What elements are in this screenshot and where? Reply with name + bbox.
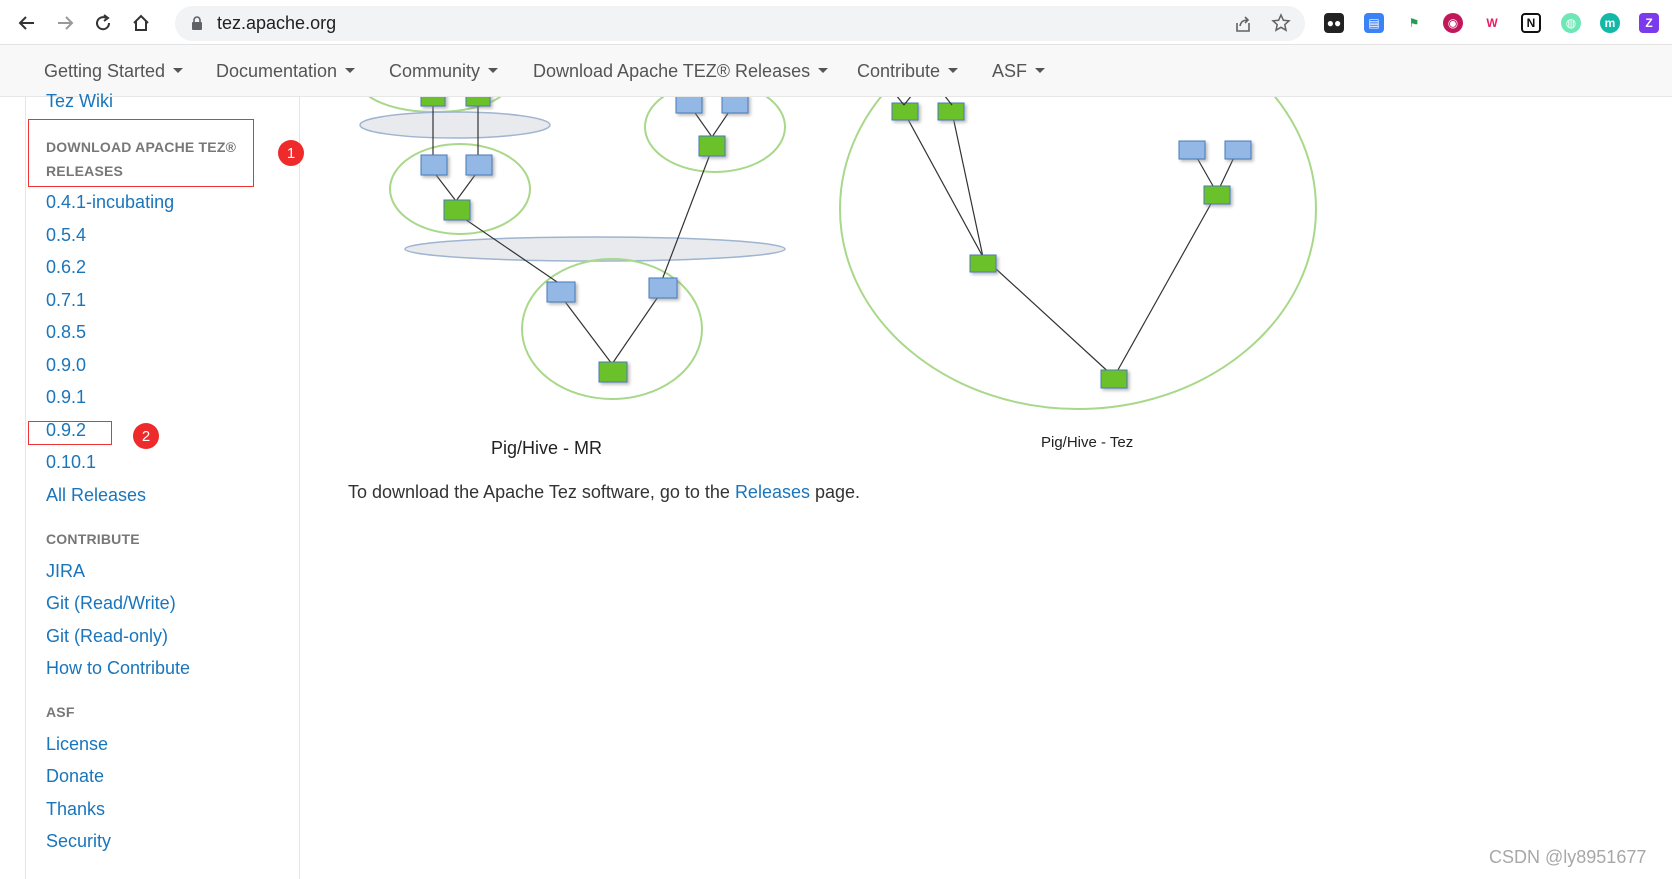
sidebar-link-how-to-contribute[interactable]: How to Contribute bbox=[46, 658, 190, 679]
share-icon[interactable] bbox=[1233, 14, 1253, 39]
task-node-green bbox=[420, 97, 446, 107]
sidebar-release-link[interactable]: 0.6.2 bbox=[46, 257, 86, 278]
nav-community[interactable]: Community bbox=[389, 61, 499, 82]
task-node-blue bbox=[648, 277, 678, 299]
caption-pig-hive-mr: Pig/Hive - MR bbox=[491, 438, 603, 458]
home-icon[interactable] bbox=[126, 8, 156, 38]
caret-down-icon bbox=[1035, 67, 1046, 73]
nav-contribute[interactable]: Contribute bbox=[857, 61, 959, 82]
lock-icon bbox=[191, 16, 203, 36]
sidebar-link-tez-wiki[interactable]: Tez Wiki bbox=[46, 91, 113, 112]
caret-down-icon bbox=[488, 67, 499, 73]
caption-pig-hive-tez: Pig/Hive - Tez bbox=[1041, 434, 1134, 451]
task-node-green bbox=[969, 254, 997, 273]
extension-w-icon[interactable]: W bbox=[1482, 13, 1502, 33]
nav-getting-started[interactable]: Getting Started bbox=[44, 61, 184, 82]
cloud-hdfs bbox=[359, 111, 551, 139]
back-icon[interactable] bbox=[12, 8, 42, 38]
site-navbar: Getting Started Documentation Community … bbox=[0, 45, 1672, 97]
task-node-blue bbox=[1224, 140, 1252, 160]
sidebar-link-git-ro[interactable]: Git (Read-only) bbox=[46, 626, 168, 647]
caret-down-icon bbox=[345, 67, 356, 73]
task-node-green bbox=[465, 97, 491, 107]
tez-vs-mr-diagram bbox=[359, 97, 1317, 410]
browser-toolbar: tez.apache.org ●● ▤ ⚑ ◉ W N ◍ m Z bbox=[0, 0, 1672, 45]
cloud-hdfs bbox=[404, 236, 786, 262]
reload-icon[interactable] bbox=[88, 8, 118, 38]
task-node-blue bbox=[420, 154, 448, 176]
extension-calendar-icon[interactable]: ▤ bbox=[1364, 13, 1384, 33]
extension-notion-icon[interactable]: N bbox=[1521, 13, 1541, 33]
sidebar-release-link[interactable]: 0.5.4 bbox=[46, 225, 86, 246]
sidebar-release-link[interactable]: 0.7.1 bbox=[46, 290, 86, 311]
sidebar: Tez Wiki DOWNLOAD APACHE TEZ® RELEASES 0… bbox=[25, 91, 300, 879]
stage-circle bbox=[644, 97, 786, 173]
caret-down-icon bbox=[818, 67, 829, 73]
sidebar-release-link[interactable]: 0.9.0 bbox=[46, 355, 86, 376]
bookmark-star-icon[interactable] bbox=[1271, 13, 1291, 38]
sidebar-release-link[interactable]: 0.4.1-incubating bbox=[46, 192, 174, 213]
sidebar-all-releases-link[interactable]: All Releases bbox=[46, 485, 146, 506]
extension-m-icon[interactable]: m bbox=[1600, 13, 1620, 33]
task-node-green bbox=[937, 102, 965, 121]
task-node-green bbox=[1100, 369, 1128, 389]
sidebar-release-link[interactable]: 0.8.5 bbox=[46, 322, 86, 343]
annotation-box-download-heading bbox=[28, 119, 254, 187]
releases-link[interactable]: Releases bbox=[735, 482, 810, 502]
sidebar-link-donate[interactable]: Donate bbox=[46, 766, 104, 787]
download-paragraph: To download the Apache Tez software, go … bbox=[348, 482, 861, 502]
task-node-blue bbox=[465, 154, 493, 176]
annotation-badge-2: 2 bbox=[133, 423, 159, 449]
sidebar-link-security[interactable]: Security bbox=[46, 831, 111, 852]
nav-documentation[interactable]: Documentation bbox=[216, 61, 356, 82]
extension-globe-icon[interactable]: ◍ bbox=[1561, 13, 1581, 33]
extension-flag-icon[interactable]: ⚑ bbox=[1404, 13, 1424, 33]
extension-z-icon[interactable]: Z bbox=[1639, 13, 1659, 33]
sidebar-link-jira[interactable]: JIRA bbox=[46, 561, 85, 582]
task-node-green bbox=[891, 102, 919, 121]
task-node-green bbox=[1203, 185, 1231, 205]
annotation-box-0-9-2 bbox=[28, 421, 112, 445]
forward-icon[interactable] bbox=[50, 8, 80, 38]
nav-asf[interactable]: ASF bbox=[992, 61, 1046, 82]
task-node-green bbox=[443, 199, 471, 221]
extension-camera-icon[interactable]: ◉ bbox=[1443, 13, 1463, 33]
annotation-badge-1: 1 bbox=[278, 140, 304, 166]
sidebar-heading-asf: ASF bbox=[46, 704, 75, 720]
caret-down-icon bbox=[173, 67, 184, 73]
sidebar-heading-contribute: CONTRIBUTE bbox=[46, 531, 140, 547]
caret-down-icon bbox=[948, 67, 959, 73]
sidebar-release-link[interactable]: 0.10.1 bbox=[46, 452, 96, 473]
task-node-blue bbox=[1178, 140, 1206, 160]
sidebar-link-thanks[interactable]: Thanks bbox=[46, 799, 105, 820]
sidebar-link-git-rw[interactable]: Git (Read/Write) bbox=[46, 593, 176, 614]
extension-glasses-icon[interactable]: ●● bbox=[1324, 13, 1344, 33]
address-bar[interactable]: tez.apache.org bbox=[175, 6, 1305, 41]
sidebar-release-link[interactable]: 0.9.1 bbox=[46, 387, 86, 408]
url-text: tez.apache.org bbox=[217, 13, 337, 33]
task-node-blue bbox=[721, 97, 749, 114]
task-node-blue bbox=[546, 281, 576, 303]
sidebar-link-license[interactable]: License bbox=[46, 734, 108, 755]
nav-download-releases[interactable]: Download Apache TEZ® Releases bbox=[533, 61, 829, 82]
csdn-watermark: CSDN @ly8951677 bbox=[1489, 847, 1647, 867]
task-node-green bbox=[598, 361, 628, 383]
task-node-blue bbox=[675, 97, 703, 114]
task-node-green bbox=[698, 135, 726, 157]
